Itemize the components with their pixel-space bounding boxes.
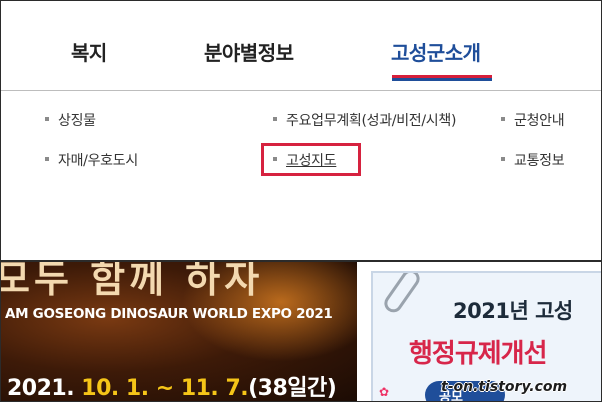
tab-welfare[interactable]: 복지 <box>71 37 107 66</box>
bullet-icon <box>45 117 49 121</box>
watermark: t-on.tistory.com <box>441 379 568 395</box>
bullet-icon <box>45 157 49 161</box>
submenu-item-label: 주요업무계획(성과/비전/시책) <box>286 113 457 129</box>
banner-headline: 모두 함께 하자 <box>1 262 264 301</box>
bullet-icon <box>501 157 505 161</box>
submenu-item-symbols[interactable]: 상징물 <box>45 110 96 130</box>
bullet-icon <box>501 117 505 121</box>
tab-goseong-intro[interactable]: 고성군소개 <box>391 37 481 66</box>
paperclip-icon <box>380 273 424 316</box>
date-range: 10. 1. ~ 11. 7. <box>81 376 249 401</box>
flower-icon: ✿ <box>379 385 390 399</box>
submenu-item-label: 교통정보 <box>514 153 565 169</box>
expo-dates: 2021. 10. 1. ~ 11. 7.(38일간) <box>7 370 337 401</box>
bullet-icon <box>273 117 277 121</box>
tab-field-info[interactable]: 분야별정보 <box>204 37 294 66</box>
banner-year-title: 2021년 고성 <box>453 299 573 323</box>
expo-title: AM GOSEONG DINOSAUR WORLD EXPO 2021 <box>5 306 333 322</box>
dinosaur-expo-banner[interactable]: 모두 함께 하자 AM GOSEONG DINOSAUR WORLD EXPO … <box>1 262 357 401</box>
submenu-item-label: 상징물 <box>58 113 96 129</box>
top-navigation: 복지 분야별정보 고성군소개 <box>1 1 601 91</box>
highlight-box <box>261 143 361 176</box>
indicator-blue-line <box>392 78 492 81</box>
submenu-item-sister-cities[interactable]: 자매/우호도시 <box>45 150 138 170</box>
submenu-item-county-office[interactable]: 군청안내 <box>501 110 565 130</box>
screenshot-frame: 복지 분야별정보 고성군소개 상징물 주요업무계획(성과/비전/시책) 군청안내… <box>0 0 602 402</box>
submenu-item-work-plan[interactable]: 주요업무계획(성과/비전/시책) <box>273 110 456 130</box>
date-duration: (38일간) <box>248 376 337 401</box>
date-year: 2021. <box>7 376 75 401</box>
active-tab-indicator <box>392 75 492 81</box>
submenu-item-label: 군청안내 <box>514 113 565 129</box>
submenu-item-label: 자매/우호도시 <box>58 153 138 169</box>
submenu-panel: 상징물 주요업무계획(성과/비전/시책) 군청안내 자매/우호도시 고성지도 교… <box>1 92 601 260</box>
submenu-item-traffic-info[interactable]: 교통정보 <box>501 150 565 170</box>
banner-main-title: 행정규제개선 <box>409 339 548 369</box>
